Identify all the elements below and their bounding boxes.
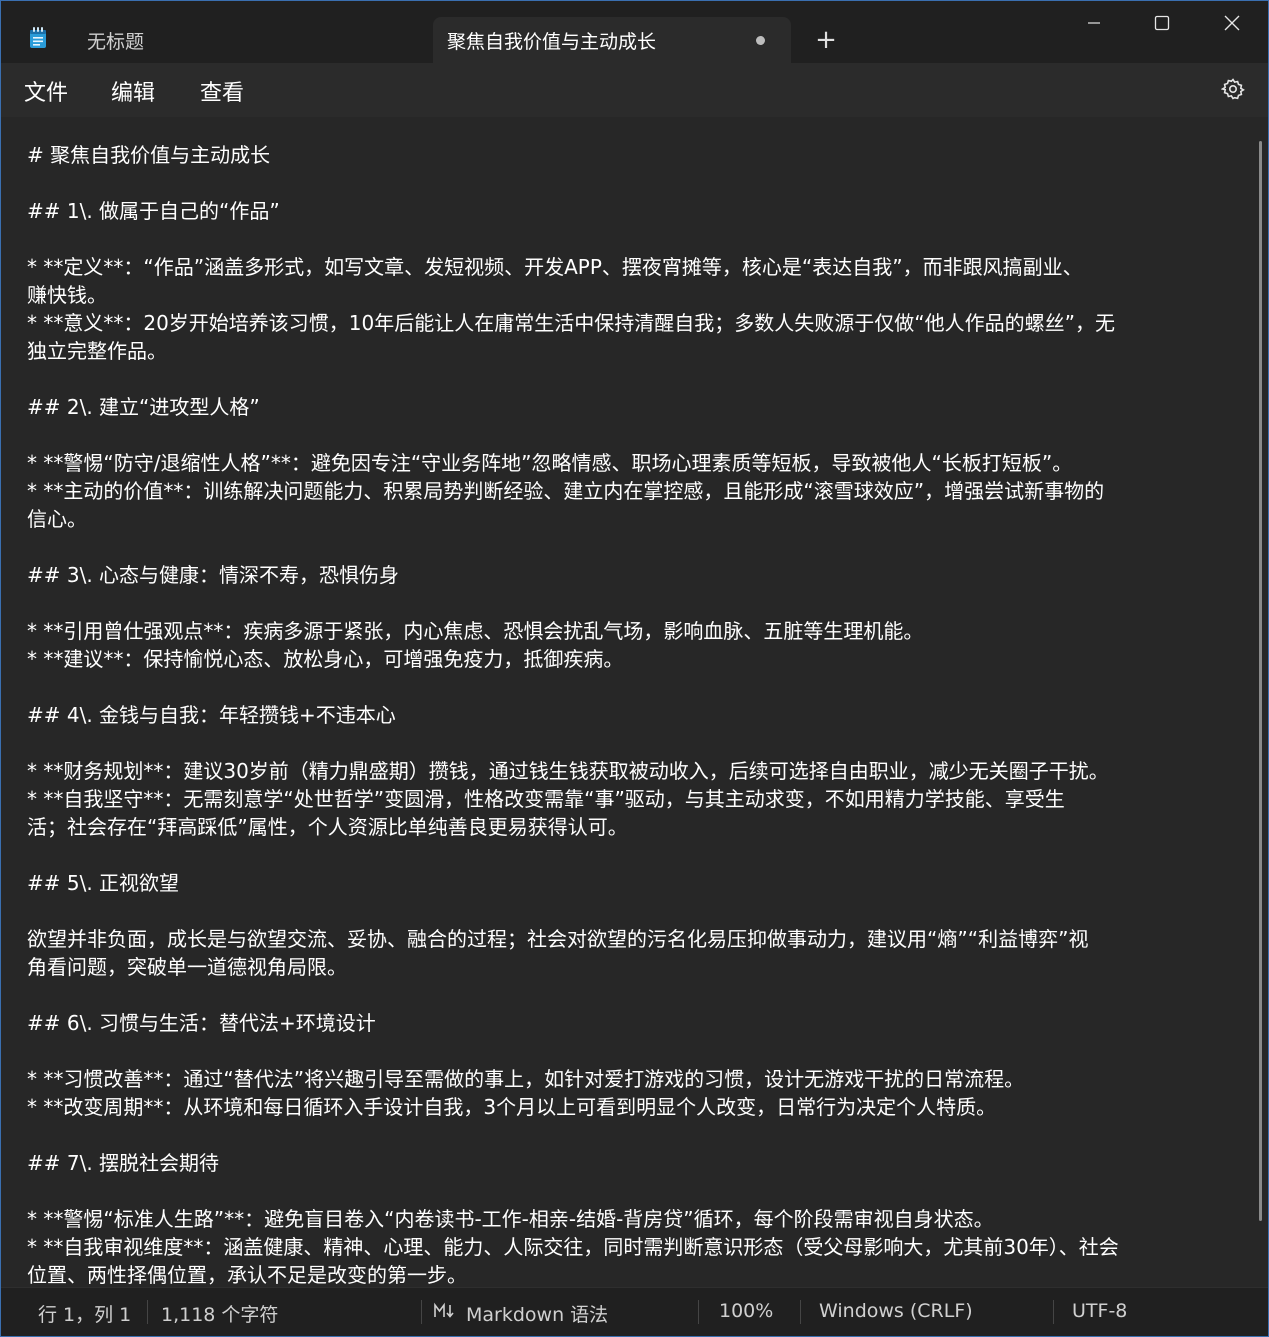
editor-line: ## 2\. 建立“进攻型人格” [27,395,260,419]
editor-line: ## 3\. 心态与健康：情深不寿，恐惧伤身 [27,563,400,587]
minimize-icon [1088,22,1100,24]
close-button[interactable] [1197,1,1267,45]
cursor-position[interactable]: 行 1，列 1 [38,1300,131,1327]
editor-line: * **警惕“防守/退缩性人格”**：避免因专注“守业务阵地”忽略情感、职场心理… [27,451,1073,475]
menu-edit[interactable]: 编辑 [111,75,155,107]
editor-line: 独立完整作品。 [27,339,167,363]
editor-line: * **习惯改善**：通过“替代法”将兴趣引导至需做的事上，如针对爱打游戏的习惯… [27,1067,1025,1091]
vertical-scrollbar[interactable] [1259,141,1262,1221]
status-divider [1053,1300,1054,1324]
tab-label: 无标题 [87,30,145,53]
status-divider [698,1300,699,1324]
title-bar: 无标题 聚焦自我价值与主动成长 + [1,1,1268,63]
minimize-button[interactable] [1059,1,1129,45]
editor-line: * **自我审视维度**：涵盖健康、精神、心理、能力、人际交往，同时需判断意识形… [27,1235,1119,1259]
plus-icon: + [815,25,837,55]
notepad-window: 无标题 聚焦自我价值与主动成长 + 文件 编辑 查看 # 聚焦自我价值与主动成长… [0,0,1269,1337]
editor-line: 赚快钱。 [27,283,107,307]
new-tab-button[interactable]: + [811,25,841,55]
character-count: 1,118 个字符 [161,1304,279,1326]
notepad-icon [30,27,46,48]
editor-line: ## 6\. 习惯与生活：替代法+环境设计 [27,1011,376,1035]
unsaved-indicator-icon[interactable] [756,36,765,45]
line-ending[interactable]: Windows (CRLF) [819,1300,973,1322]
editor-line: * **建议**：保持愉悦心态、放松身心，可增强免疫力，抵御疾病。 [27,647,624,671]
markdown-icon [434,1302,454,1318]
status-bar: 行 1，列 1 1,118 个字符 Markdown 语法 100% Windo… [1,1287,1268,1336]
status-divider [147,1300,148,1324]
editor-line: 活；社会存在“拜高踩低”属性，个人资源比单纯善良更易获得认可。 [27,815,628,839]
editor-line: * **意义**：20岁开始培养该习惯，10年后能让人在庸常生活中保持清醒自我；… [27,311,1115,335]
editor-line: * **警惕“标准人生路”**：避免盲目卷入“内卷读书-工作-相亲-结婚-背房贷… [27,1207,994,1231]
gear-icon[interactable] [1221,77,1245,101]
editor-line: # 聚焦自我价值与主动成长 [27,143,271,167]
tab-label: 聚焦自我价值与主动成长 [447,30,657,53]
editor-line: ## 5\. 正视欲望 [27,871,180,895]
tab-active-document[interactable]: 聚焦自我价值与主动成长 [433,17,791,63]
menu-bar: 文件 编辑 查看 [1,63,1268,117]
zoom-level[interactable]: 100% [719,1300,773,1322]
editor-line: 位置、两性择偶位置，承认不足是改变的第一步。 [27,1263,467,1287]
editor-line: * **引用曾仕强观点**：疾病多源于紧张，内心焦虑、恐惧会扰乱气场，影响血脉、… [27,619,924,643]
maximize-icon [1154,15,1170,31]
editor-line: * **定义**：“作品”涵盖多形式，如写文章、发短视频、开发APP、摆夜宵摊等… [27,255,1083,279]
editor-line: ## 4\. 金钱与自我：年轻攒钱+不违本心 [27,703,396,727]
editor-line: * **自我坚守**：无需刻意学“处世哲学”变圆滑，性格改变需靠“事”驱动，与其… [27,787,1065,811]
status-divider [421,1300,422,1324]
editor-line: * **财务规划**：建议30岁前（精力鼎盛期）攒钱，通过钱生钱获取被动收入，后… [27,759,1109,783]
close-icon [1224,15,1240,31]
menu-view[interactable]: 查看 [200,75,244,107]
status-divider [800,1300,801,1324]
editor-line: * **改变周期**：从环境和每日循环入手设计自我，3个月以上可看到明显个人改变… [27,1095,997,1119]
syntax-mode[interactable]: Markdown 语法 [466,1300,608,1327]
maximize-button[interactable] [1127,1,1197,45]
menu-file[interactable]: 文件 [24,75,68,107]
text-editor[interactable]: # 聚焦自我价值与主动成长 ## 1\. 做属于自己的“作品” * **定义**… [1,117,1268,1287]
editor-content[interactable]: # 聚焦自我价值与主动成长 ## 1\. 做属于自己的“作品” * **定义**… [27,141,1239,1287]
tab-untitled[interactable]: 无标题 [63,17,423,63]
editor-line: ## 1\. 做属于自己的“作品” [27,199,280,223]
editor-line: 欲望并非负面，成长是与欲望交流、妥协、融合的过程；社会对欲望的污名化易压抑做事动… [27,927,1089,951]
editor-line: 信心。 [27,507,87,531]
editor-line: ## 7\. 摆脱社会期待 [27,1151,220,1175]
encoding[interactable]: UTF-8 [1072,1300,1127,1322]
editor-line: * **主动的价值**：训练解决问题能力、积累局势判断经验、建立内在掌控感，且能… [27,479,1105,503]
editor-line: 角看问题，突破单一道德视角局限。 [27,955,347,979]
